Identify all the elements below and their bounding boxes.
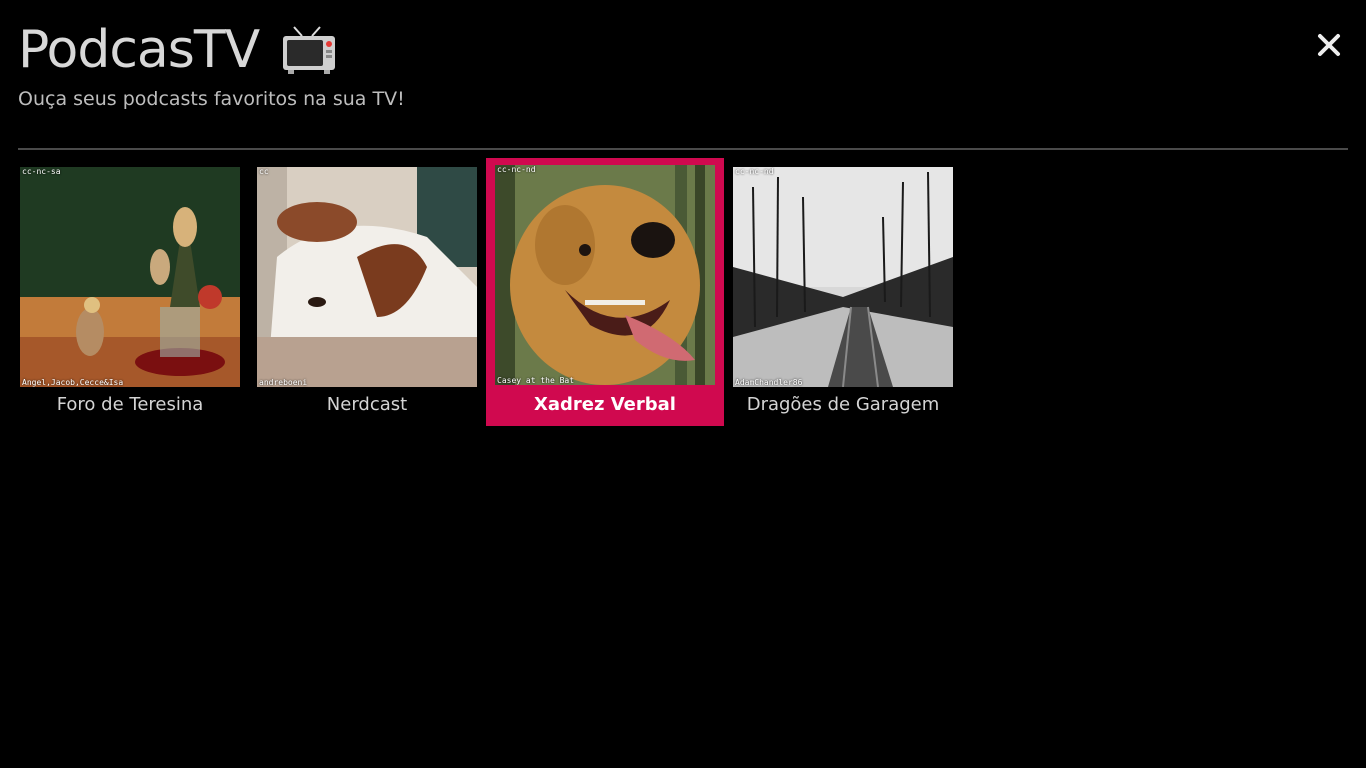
photo-credit: Casey at the Bat [497,376,575,385]
app-title: PodcasTV [18,20,260,80]
license-label: cc [259,167,269,176]
podcast-thumbnail: cc-nc-nd Casey at the Bat [495,165,715,385]
podcast-title: Nerdcast [326,394,408,415]
podcast-title: Xadrez Verbal [534,394,676,415]
photo-credit: andreboeni [259,378,308,387]
close-icon [1318,34,1340,56]
photo-credit: Angel,Jacob,Cecce&Isa [22,378,124,387]
podcast-title: Dragões de Garagem [746,394,940,415]
header: PodcasTV [18,18,336,82]
podcast-title: Foro de Teresina [56,394,204,415]
license-label: cc-nc-nd [735,167,774,176]
podcast-thumbnail: cc-nc-nd AdamChandler86 [733,167,953,387]
tv-icon [282,26,336,78]
podcast-tile-selected[interactable]: cc-nc-nd Casey at the Bat Xadrez Verbal [486,158,724,426]
podcast-tile[interactable]: cc-nc-sa Angel,Jacob,Cecce&Isa Foro de T… [18,160,256,428]
photo-credit: AdamChandler86 [735,378,803,387]
podcast-tile[interactable]: cc-nc-nd AdamChandler86 Dragões de Garag… [731,160,969,428]
license-label: cc-nc-sa [22,167,61,176]
header-divider [18,148,1348,150]
podcast-thumbnail: cc-nc-sa Angel,Jacob,Cecce&Isa [20,167,240,387]
subtitle: Ouça seus podcasts favoritos na sua TV! [18,88,405,110]
close-button[interactable] [1314,30,1344,60]
podcast-thumbnail: cc andreboeni [257,167,477,387]
license-label: cc-nc-nd [497,165,536,174]
podcast-tile[interactable]: cc andreboeni Nerdcast [255,160,493,428]
